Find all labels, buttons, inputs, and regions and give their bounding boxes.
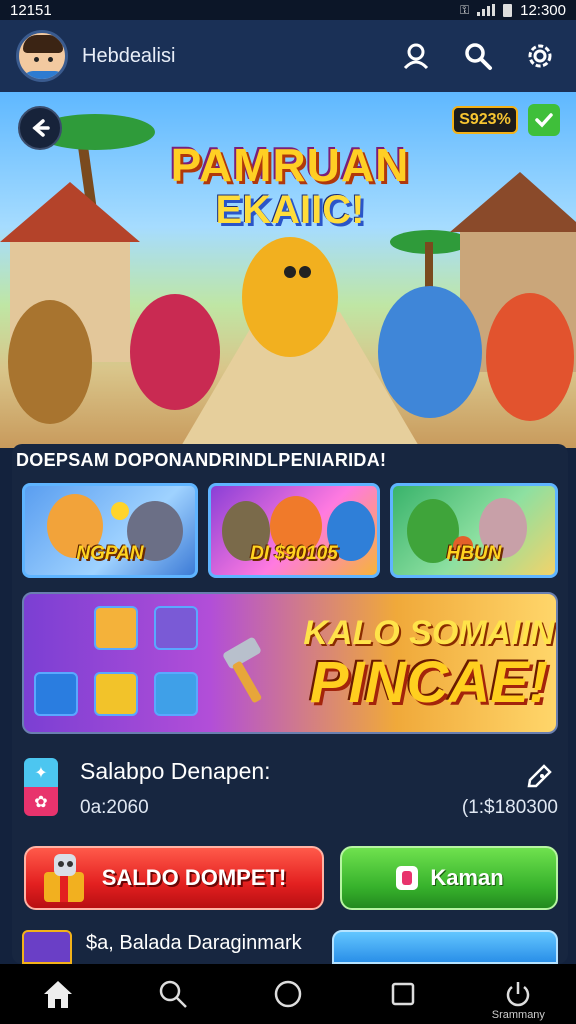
settings-button[interactable] xyxy=(520,36,560,76)
nav-power[interactable]: Srammany xyxy=(488,969,548,1021)
notification-icon: ⚿ xyxy=(459,2,470,17)
circle-icon xyxy=(274,980,302,1008)
battery-icon xyxy=(503,3,513,17)
nav-home-circle[interactable] xyxy=(258,969,318,1019)
hero-banner: PAMRUAN EKAIIC! xyxy=(0,92,576,448)
card-1-label: NGPAN xyxy=(76,543,144,564)
nav-search[interactable] xyxy=(143,969,203,1019)
promo-line2: PINCAE! xyxy=(309,650,549,715)
game-card-3[interactable]: HBUN xyxy=(390,483,558,578)
user-icon xyxy=(403,43,429,70)
status-bar: 12151 ⚿ 12:300 xyxy=(0,0,576,20)
hero-title-line1: PAMRUAN xyxy=(170,139,410,191)
username: Hebdealisi xyxy=(82,44,176,67)
promo-tile xyxy=(154,606,198,650)
search-button[interactable] xyxy=(458,36,498,76)
app-screen: 12151 ⚿ 12:300 Hebdealisi PAMRUAN EKAIIC… xyxy=(0,0,576,1024)
nav-recents[interactable] xyxy=(373,969,433,1019)
check-icon xyxy=(535,113,553,128)
search-icon xyxy=(159,980,187,1008)
app-header: Hebdealisi xyxy=(0,20,576,92)
promo-tile xyxy=(94,672,138,716)
nav-home[interactable] xyxy=(28,969,88,1019)
kaman-label: Kaman xyxy=(430,865,504,890)
wallet-app-icon: ✦ ✿ xyxy=(24,758,58,816)
game-card-2[interactable]: DI $90105 xyxy=(208,483,380,578)
avatar[interactable] xyxy=(16,30,68,82)
card-2-label: DI $90105 xyxy=(250,543,338,564)
status-icons: ⚿ 12:300 xyxy=(460,2,566,19)
partial-row-text: $a, Balada Daraginmark xyxy=(86,932,302,954)
promo-tile xyxy=(94,606,138,650)
status-time: 12151 xyxy=(10,1,52,19)
promo-text: KALO SOMAIIN PINCAE! xyxy=(294,614,556,715)
wallet-title: Salabpo Denapen: xyxy=(80,758,271,784)
promo-tile xyxy=(34,672,78,716)
hero-title-line2: EKAIIC! xyxy=(215,188,365,232)
saldo-dompet-label: SALDO DOMPET! xyxy=(101,865,287,890)
arrow-left-icon xyxy=(32,119,50,137)
wallet-right-value: (1:$180300 xyxy=(461,797,558,818)
app-badge-icon xyxy=(396,866,419,890)
gift-robot-icon xyxy=(44,854,84,902)
edit-icon xyxy=(527,764,552,788)
profile-button[interactable] xyxy=(396,36,436,76)
coin-badge: S923% xyxy=(452,106,518,134)
back-button[interactable] xyxy=(18,106,62,150)
signal-icon xyxy=(477,4,496,16)
section-heading: DOEPSAM DOPONANDRINDLPENIARIDA! xyxy=(16,450,387,470)
game-card-1[interactable]: NGPAN xyxy=(22,483,198,578)
partial-action-button[interactable] xyxy=(332,930,558,964)
promo-tile xyxy=(154,672,198,716)
card-3-label: HBUN xyxy=(446,543,502,564)
search-icon xyxy=(465,43,492,70)
wallet-left-value: 0a:2060 xyxy=(80,797,149,818)
edit-button[interactable] xyxy=(524,758,558,788)
saldo-dompet-button[interactable]: SALDO DOMPET! xyxy=(24,846,324,910)
hero-title: PAMRUAN EKAIIC! xyxy=(140,138,440,233)
promo-thumb[interactable] xyxy=(22,930,72,964)
home-icon xyxy=(43,981,72,1008)
hammer-icon xyxy=(223,637,262,703)
promo-banner[interactable]: KALO SOMAIIN PINCAE! xyxy=(22,592,558,734)
status-clock: 12:300 xyxy=(520,1,566,19)
promo-line1: KALO SOMAIIN xyxy=(303,614,555,652)
power-icon xyxy=(507,982,530,1007)
gear-icon xyxy=(528,44,552,68)
nav-caption: Srammany xyxy=(491,1009,545,1021)
kaman-button[interactable]: Kaman xyxy=(340,846,558,910)
verified-button[interactable] xyxy=(528,104,560,136)
square-icon xyxy=(391,982,415,1006)
bottom-nav: Srammany xyxy=(0,964,576,1024)
